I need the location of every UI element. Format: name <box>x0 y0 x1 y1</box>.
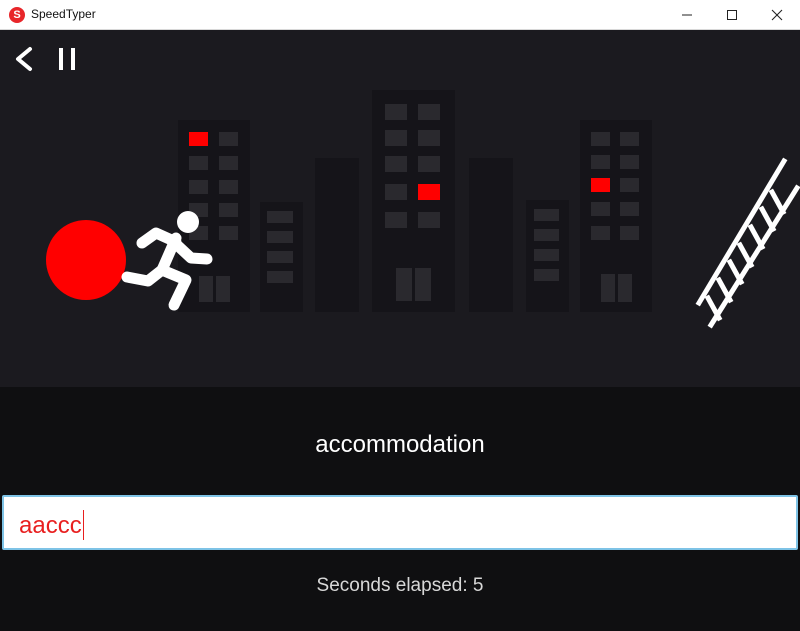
pause-icon <box>59 48 75 70</box>
minimize-button[interactable] <box>664 0 710 30</box>
rolling-ball <box>46 220 126 300</box>
typing-panel: accommodation aaccc Seconds elapsed: 5 <box>0 387 800 631</box>
close-icon <box>771 9 783 21</box>
target-word: accommodation <box>315 431 485 458</box>
game-scene <box>0 30 800 387</box>
pause-button[interactable] <box>53 44 83 74</box>
maximize-button[interactable] <box>709 0 755 30</box>
typed-text: aaccc <box>19 512 82 539</box>
ladder-icon <box>695 157 800 329</box>
building <box>580 120 652 312</box>
maximize-icon <box>727 10 737 20</box>
building <box>372 90 455 312</box>
city-skyline <box>46 90 800 329</box>
back-icon <box>16 47 32 71</box>
app-logo-icon: S <box>9 7 25 23</box>
close-button[interactable] <box>754 0 800 30</box>
back-button[interactable] <box>10 44 40 74</box>
building <box>469 158 513 312</box>
title-bar: S SpeedTyper <box>0 0 800 30</box>
minimize-icon <box>682 14 692 16</box>
text-caret <box>82 510 84 540</box>
elapsed-time: Seconds elapsed: 5 <box>316 575 484 596</box>
window-title: SpeedTyper <box>31 7 96 21</box>
typing-input[interactable]: aaccc <box>2 495 798 550</box>
building <box>315 158 359 312</box>
